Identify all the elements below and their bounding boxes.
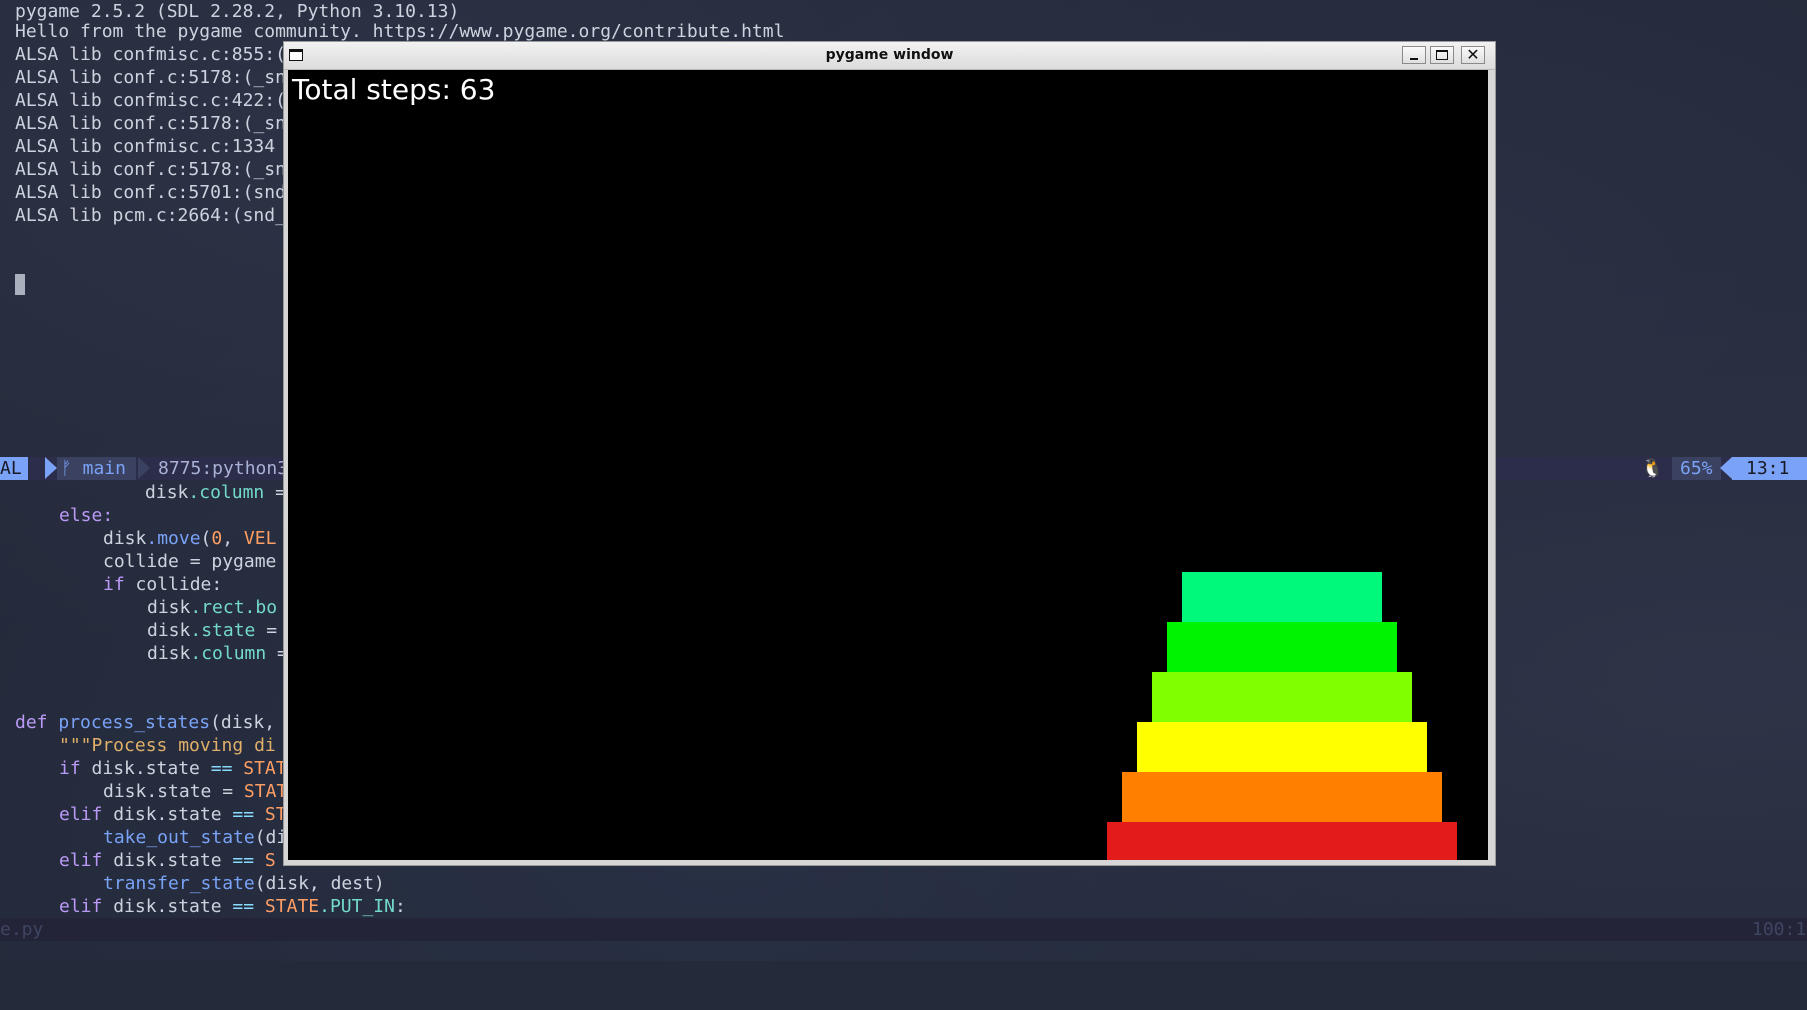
vim-bottom-statusline: e.py 100:1 xyxy=(0,918,1807,941)
linux-icon: 🐧 xyxy=(1641,458,1664,479)
code-line: disk.column = xyxy=(147,643,288,664)
game-canvas[interactable]: Total steps: 63 xyxy=(288,70,1488,860)
terminal-line: ALSA lib conf.c:5178:(_sn xyxy=(15,113,286,134)
close-icon: ✕ xyxy=(1466,45,1480,64)
powerline-separator xyxy=(1720,457,1732,479)
disk-5 xyxy=(1122,772,1442,822)
window-title: pygame window xyxy=(825,47,954,63)
code-line: elif disk.state == STATE.PUT_IN: xyxy=(59,896,406,917)
code-line: """Process moving di xyxy=(59,735,276,756)
terminal-line: ALSA lib confmisc.c:855:( xyxy=(15,44,286,65)
code-line: else: xyxy=(59,505,114,526)
terminal-line: ALSA lib conf.c:5178:(_sn xyxy=(15,159,286,180)
terminal-line: Hello from the pygame community. https:/… xyxy=(15,21,785,42)
code-line: collide = pygame xyxy=(103,551,277,572)
powerline-separator xyxy=(45,457,57,479)
terminal-cursor xyxy=(15,274,25,295)
disk-1 xyxy=(1182,572,1382,622)
disk-2 xyxy=(1167,622,1397,672)
pygame-window[interactable]: pygame window ✕ Total steps: 63 xyxy=(284,42,1495,865)
close-button[interactable]: ✕ xyxy=(1461,46,1485,64)
code-line: if collide: xyxy=(103,574,223,595)
statusline-file: 8775:python3 xyxy=(158,458,289,479)
cursor-position: 13:1 xyxy=(1732,457,1807,480)
maximize-button[interactable] xyxy=(1430,46,1454,64)
code-line: if disk.state == STAT xyxy=(59,758,287,779)
code-line: transfer_state(disk, dest) xyxy=(103,873,385,894)
code-line: disk.rect.bo xyxy=(147,597,278,618)
powerline-separator xyxy=(138,457,150,479)
disk-4 xyxy=(1137,722,1427,772)
terminal-line: ALSA lib pcm.c:2664:(snd_ xyxy=(15,205,286,226)
bottom-file-name: e.py xyxy=(0,919,44,940)
code-line: disk.column = xyxy=(145,482,286,503)
code-line: elif disk.state == S xyxy=(59,850,276,871)
code-line: disk.state = xyxy=(147,620,278,641)
code-line: disk.state = STAT xyxy=(103,781,288,802)
bottom-cursor-position: 100:1 xyxy=(1752,919,1807,940)
code-line: take_out_state(di xyxy=(103,827,288,848)
minimize-icon xyxy=(1410,58,1418,60)
minimize-button[interactable] xyxy=(1402,46,1426,64)
scroll-percent: 65% xyxy=(1672,457,1721,480)
terminal-line: ALSA lib conf.c:5178:(_sn xyxy=(15,67,286,88)
code-line: disk.move(0, VEL xyxy=(103,528,277,549)
terminal-line: ALSA lib confmisc.c:1334 xyxy=(15,136,276,157)
code-line: def process_states(disk, xyxy=(15,712,276,733)
total-steps-label: Total steps: 63 xyxy=(292,73,496,106)
code-line: elif disk.state == ST xyxy=(59,804,287,825)
git-branch: ᚠ main xyxy=(57,457,136,480)
terminal-line: ALSA lib conf.c:5701:(snd xyxy=(15,182,286,203)
disk-6 xyxy=(1107,822,1457,860)
window-titlebar[interactable]: pygame window ✕ xyxy=(284,42,1495,70)
maximize-icon xyxy=(1436,50,1448,60)
disk-3 xyxy=(1152,672,1412,722)
terminal-line: ALSA lib confmisc.c:422:( xyxy=(15,90,286,111)
mode-indicator: AL xyxy=(0,457,28,480)
